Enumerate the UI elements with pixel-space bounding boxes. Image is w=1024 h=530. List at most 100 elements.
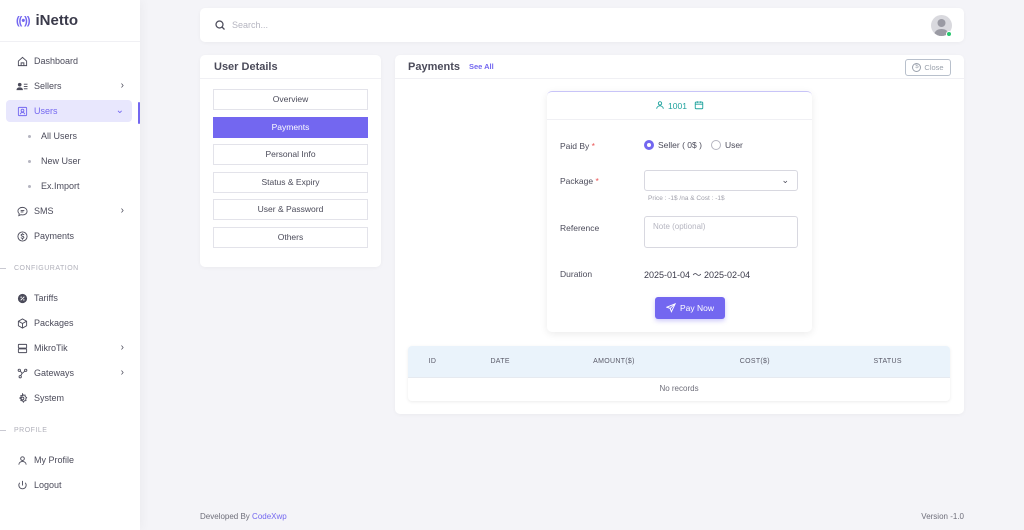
search-input[interactable] [232, 20, 532, 30]
user-icon [655, 100, 665, 112]
user-square-icon [16, 105, 28, 117]
table-header-row: ID DATE AMOUNT($) COST($) STATUS [408, 346, 950, 377]
paid-by-radio-group: Seller ( 0$ ) User [644, 140, 743, 150]
brand[interactable]: ((•)) iNetto [0, 0, 140, 42]
sidebar-item-label: Packages [34, 318, 74, 328]
sidebar-subitem-new-user[interactable]: New User [0, 150, 140, 172]
sidebar-item-my-profile[interactable]: My Profile [6, 449, 132, 471]
package-price-hint: Price : -1$ /na & Cost : -1$ [648, 195, 725, 202]
sidebar-item-label: SMS [34, 206, 54, 216]
user-icon [16, 454, 28, 466]
sidebar-item-users[interactable]: Users ⌄ [6, 100, 132, 122]
sidebar-item-dashboard[interactable]: Dashboard [6, 50, 132, 72]
sidebar-item-gateways[interactable]: Gateways › [6, 362, 132, 384]
table-empty-row: No records [408, 376, 950, 399]
active-indicator [138, 102, 140, 124]
sidebar-item-label: Sellers [34, 81, 62, 91]
chevron-right-icon: › [120, 205, 124, 216]
sidebar-nav: Dashboard Sellers › Users ⌄ All Users Ne… [0, 42, 140, 496]
reference-textarea[interactable] [644, 216, 798, 248]
package-label: Package * [560, 176, 599, 186]
section-label-profile: PROFILE [0, 423, 140, 437]
online-status-dot [946, 31, 952, 37]
payments-title: Payments [408, 60, 460, 73]
user-details-header: User Details [200, 55, 381, 79]
column-header-id[interactable]: ID [408, 346, 457, 377]
tab-others[interactable]: Others [213, 226, 368, 248]
sidebar-item-sellers[interactable]: Sellers › [6, 75, 132, 97]
radio-seller[interactable] [644, 140, 654, 150]
payments-card: Payments See All $ Close 1001 Paid By * … [395, 55, 964, 414]
section-dash [0, 429, 6, 431]
sidebar-item-logout[interactable]: Logout [6, 474, 132, 496]
paid-by-label: Paid By * [560, 141, 595, 151]
tab-payments[interactable]: Payments [213, 116, 368, 138]
section-label-text: PROFILE [14, 426, 48, 434]
tab-status-expiry[interactable]: Status & Expiry [213, 171, 368, 193]
tab-personal-info[interactable]: Personal Info [213, 144, 368, 165]
close-button[interactable]: $ Close [905, 59, 951, 76]
radio-user[interactable] [710, 140, 721, 150]
payment-form: 1001 Paid By * Seller ( 0$ ) User Packag… [547, 91, 812, 332]
section-dash [0, 267, 6, 269]
package-select[interactable]: ⌄ [644, 170, 798, 191]
payments-table: ID DATE AMOUNT($) COST($) STATUS No reco… [408, 346, 950, 401]
sidebar-item-label: MikroTik [34, 343, 68, 353]
box-icon [16, 317, 28, 329]
server-icon [16, 342, 28, 354]
sidebar-item-label: Gateways [34, 368, 75, 378]
user-id: 1001 [668, 100, 687, 111]
column-header-amount[interactable]: AMOUNT($) [543, 346, 684, 377]
radio-seller-label: Seller ( 0$ ) [658, 140, 702, 150]
sidebar-item-label: Dashboard [34, 56, 79, 66]
search-icon [214, 19, 226, 31]
required-mark: * [595, 176, 599, 186]
tab-overview[interactable]: Overview [213, 89, 368, 110]
sidebar-subitem-ex-import[interactable]: Ex.Import [0, 175, 140, 197]
tab-user-password[interactable]: User & Password [213, 199, 368, 220]
section-label-configuration: CONFIGURATION [0, 261, 140, 275]
home-icon [16, 55, 28, 67]
topbar [200, 8, 964, 42]
duration-value: 2025-01-04 〜 2025-02-04 [644, 270, 751, 280]
broadcast-icon: ((•)) [16, 14, 30, 27]
column-header-status[interactable]: STATUS [825, 346, 950, 377]
column-header-date[interactable]: DATE [457, 346, 544, 377]
sidebar-item-label: System [34, 393, 65, 403]
footer-version: Version -1.0 [921, 512, 964, 521]
message-icon [16, 205, 28, 217]
sidebar-item-tariffs[interactable]: Tariffs [6, 287, 132, 309]
sidebar-item-sms[interactable]: SMS › [6, 200, 132, 222]
users-list-icon [16, 80, 28, 92]
user-details-tabs: Overview Payments Personal Info Status &… [200, 79, 381, 248]
gear-icon [16, 392, 28, 404]
sidebar-item-label: Payments [34, 231, 75, 241]
chevron-down-icon: ⌄ [115, 105, 124, 116]
paid-by-label-text: Paid By [560, 141, 590, 151]
send-icon [665, 303, 676, 313]
section-label-text: CONFIGURATION [14, 264, 79, 272]
dollar-circle-icon: $ [912, 63, 922, 72]
sidebar-item-label: Tariffs [34, 293, 58, 303]
sidebar-subitem-all-users[interactable]: All Users [0, 125, 140, 147]
calendar-icon[interactable] [694, 100, 704, 112]
power-icon [16, 479, 28, 491]
payment-form-header: 1001 [547, 92, 812, 120]
pay-now-button[interactable]: Pay Now [655, 297, 725, 319]
reference-label: Reference [560, 223, 600, 233]
column-header-cost[interactable]: COST($) [684, 346, 825, 377]
sidebar-item-packages[interactable]: Packages [6, 312, 132, 334]
user-details-title: User Details [214, 60, 278, 73]
developer-link[interactable]: CodeXwp [252, 512, 287, 521]
see-all-link[interactable]: See All [469, 62, 494, 71]
pay-now-label: Pay Now [679, 303, 714, 313]
sidebar-item-payments[interactable]: Payments [6, 225, 132, 247]
bullet-icon [28, 184, 31, 188]
sidebar-item-system[interactable]: System [6, 387, 132, 409]
chevron-right-icon: › [120, 367, 124, 378]
sidebar-item-mikrotik[interactable]: MikroTik › [6, 337, 132, 359]
chevron-right-icon: › [120, 80, 124, 91]
footer-developed-by: Developed By [200, 512, 250, 521]
sidebar-subitem-label: New User [41, 156, 81, 166]
footer-credit: Developed By CodeXwp [200, 512, 287, 521]
